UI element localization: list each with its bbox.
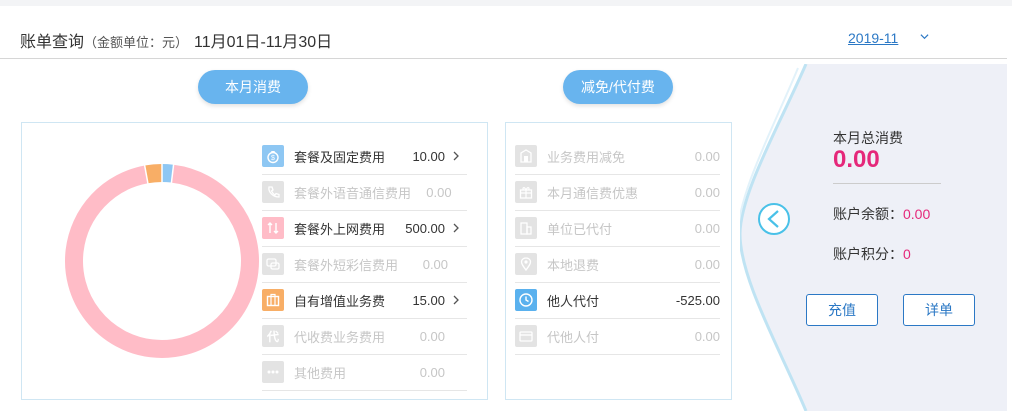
discount-item-label: 单位已代付	[547, 221, 613, 237]
consumption-item-row: 代代收费业务费用 0.00	[262, 318, 467, 355]
header-bar: 账单查询（金额单位：元） 11月01日-11月30日 2019-11	[0, 6, 1007, 59]
consumption-item-row: 套餐外短彩信费用 0.00	[262, 246, 467, 283]
unit-note: （金额单位：元）	[84, 35, 189, 50]
chevron-right-icon[interactable]	[445, 148, 467, 164]
discount-item-label: 业务费用减免	[547, 149, 626, 165]
discount-item-row: 单位已代付 0.00	[515, 210, 720, 247]
message-icon	[262, 253, 284, 275]
clock-icon	[515, 289, 537, 311]
page-title: 账单查询（金额单位：元） 11月01日-11月30日	[20, 28, 332, 52]
donut-slice-1	[65, 164, 259, 358]
svg-text:$: $	[271, 155, 275, 162]
total-consumption-label: 本月总消费	[833, 130, 903, 146]
consumption-item-label: 套餐外短彩信费用	[294, 257, 399, 273]
discount-item-label: 本地退费	[547, 257, 600, 273]
chevron-right-icon[interactable]	[445, 292, 467, 308]
consumption-item-amount: 500.00	[405, 220, 445, 236]
summary-divider	[833, 183, 941, 184]
data-arrows-icon	[262, 217, 284, 239]
discount-item-amount: 0.00	[694, 148, 720, 164]
gift-icon	[515, 181, 537, 203]
discount-item-row: 代他人付 0.00	[515, 318, 720, 355]
consumption-item-label: 套餐外上网费用	[294, 221, 386, 237]
discount-item-label: 他人代付	[547, 293, 600, 309]
discount-item-label: 代他人付	[547, 329, 600, 345]
consumption-item-label: 自有增值业务费	[294, 293, 386, 309]
tab-discount-payment[interactable]: 减免/代付费	[563, 70, 673, 104]
consumption-item-amount: 0.00	[426, 184, 452, 200]
consumption-item-amount: 0.00	[419, 328, 445, 344]
collect-icon: 代	[262, 325, 284, 347]
consumption-item-amount: 0.00	[422, 256, 449, 272]
discount-item-amount: 0.00	[694, 220, 720, 236]
svg-text:代: 代	[266, 329, 279, 344]
points-value: 0	[903, 246, 911, 262]
discount-item-row: 本地退费 0.00	[515, 246, 720, 283]
consumption-item-label: 其他费用	[294, 365, 347, 381]
donut-slice-2	[64, 164, 259, 358]
briefcase-icon	[262, 289, 284, 311]
chevron-right-icon[interactable]	[445, 220, 467, 236]
tab-monthly-consumption[interactable]: 本月消费	[198, 70, 308, 104]
discount-item-label: 本月通信费优惠	[547, 185, 639, 201]
consumption-item-amount: 0.00	[419, 364, 445, 380]
account-points: 账户积分：0	[833, 244, 911, 264]
consumption-item-label: 套餐及固定费用	[294, 149, 386, 165]
total-consumption-value: 0.00	[833, 146, 880, 173]
more-icon	[262, 361, 284, 383]
consumption-donut-chart	[64, 163, 259, 358]
balance-label: 账户余额：	[833, 206, 903, 222]
chevron-down-icon[interactable]	[920, 32, 929, 41]
discount-item-amount: -525.00	[675, 292, 720, 308]
title-text: 账单查询	[20, 34, 85, 51]
recharge-button[interactable]: 充值	[806, 294, 878, 326]
consumption-item-row[interactable]: 自有增值业务费 15.00	[262, 282, 467, 319]
consumption-item-label: 套餐外语音通信费用	[294, 185, 412, 201]
month-selector[interactable]: 2019-11	[848, 30, 898, 46]
discount-item-amount: 0.00	[694, 184, 720, 200]
arrow-left-circle-icon[interactable]	[757, 202, 791, 236]
consumption-item-row[interactable]: 套餐外上网费用 500.00	[262, 210, 467, 247]
consumption-item-amount: 15.00	[412, 292, 445, 308]
consumption-item-amount: 10.00	[412, 148, 445, 164]
detail-button[interactable]: 详单	[903, 294, 975, 326]
card-icon	[515, 325, 537, 347]
money-bag-icon: $	[262, 145, 284, 167]
balance-value: 0.00	[903, 206, 931, 222]
location-icon	[515, 253, 537, 275]
points-label: 账户积分：	[833, 246, 903, 262]
consumption-item-row: 其他费用 0.00	[262, 354, 467, 391]
discount-item-row: 业务费用减免 0.00	[515, 138, 720, 175]
discount-item-row: 本月通信费优惠 0.00	[515, 174, 720, 211]
account-balance: 账户余额：0.00	[833, 204, 930, 224]
discount-item-row[interactable]: 他人代付 -525.00	[515, 282, 720, 319]
discount-item-amount: 0.00	[694, 256, 720, 272]
bill-page: 账单查询（金额单位：元） 11月01日-11月30日 2019-11 本月消费 $…	[0, 6, 1012, 411]
phone-icon	[262, 181, 284, 203]
building-icon	[515, 145, 537, 167]
consumption-item-label: 代收费业务费用	[294, 329, 386, 345]
consumption-item-row: 套餐外语音通信费用 0.00	[262, 174, 467, 211]
company-icon	[515, 217, 537, 239]
date-range: 11月01日-11月30日	[194, 34, 333, 51]
discount-item-amount: 0.00	[694, 328, 720, 344]
summary-panel-bg	[740, 64, 1007, 411]
consumption-item-row[interactable]: $ 套餐及固定费用 10.00	[262, 138, 467, 175]
